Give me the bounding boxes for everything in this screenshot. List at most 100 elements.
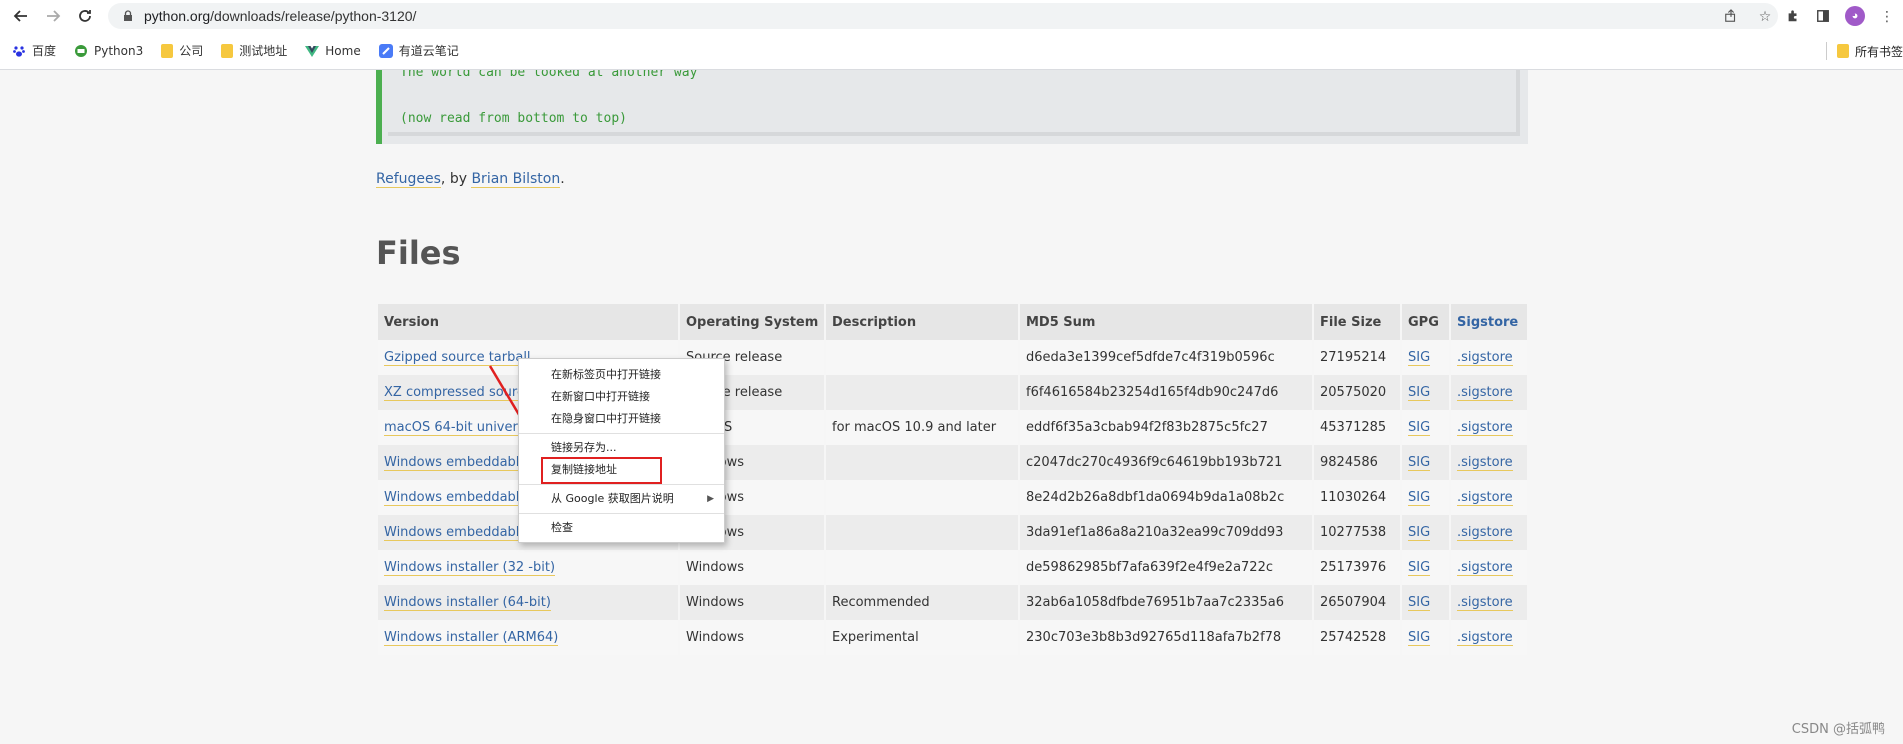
bookmark-baidu[interactable]: 百度 [12, 42, 56, 59]
profile-avatar-icon[interactable]: ◕ [1845, 6, 1865, 26]
bookmark-youdao[interactable]: 有道云笔记 [378, 42, 459, 59]
gpg-sig-link[interactable]: SIG [1408, 490, 1431, 506]
sigstore-link[interactable]: .sigstore [1457, 525, 1513, 541]
version-link[interactable]: Windows installer (ARM64) [384, 630, 559, 646]
bookmark-star-icon[interactable]: ☆ [1757, 8, 1773, 24]
desc-cell [826, 340, 1018, 375]
size-cell: 10277538 [1314, 515, 1400, 550]
bookmark-label: 测试地址 [239, 44, 288, 58]
gpg-cell: SIG [1402, 620, 1449, 655]
md5-cell: 3da91ef1a86a8a210a32ea99c709dd93 [1020, 515, 1312, 550]
context-menu: 在新标签页中打开链接 在新窗口中打开链接 在隐身窗口中打开链接 链接另存为...… [518, 358, 725, 543]
files-heading: Files [376, 234, 461, 272]
table-row: Windows installer (64-bit) Windows Recomme… [378, 585, 1527, 620]
reload-icon[interactable] [73, 4, 97, 28]
sig-cell: .sigstore [1451, 375, 1527, 410]
sig-cell: .sigstore [1451, 550, 1527, 585]
side-panel-icon[interactable] [1815, 8, 1831, 24]
version-cell: Windows installer (64-bit) [378, 585, 678, 620]
version-link[interactable]: Windows installer (64-bit) [384, 595, 551, 611]
author-link[interactable]: Brian Bilston [471, 171, 561, 188]
header-gpg: GPG [1402, 304, 1449, 340]
gpg-cell: SIG [1402, 585, 1449, 620]
sigstore-link[interactable]: .sigstore [1457, 490, 1513, 506]
gpg-sig-link[interactable]: SIG [1408, 385, 1431, 401]
forward-icon[interactable] [41, 4, 65, 28]
bookmark-folder-test[interactable]: 测试地址 [221, 42, 287, 59]
header-md5: MD5 Sum [1020, 304, 1312, 340]
code-line: (now read from bottom to top) [400, 111, 627, 126]
browser-toolbar: python.org/downloads/release/python-3120… [0, 0, 1903, 32]
sigstore-link[interactable]: .sigstore [1457, 560, 1513, 576]
gpg-cell: SIG [1402, 480, 1449, 515]
bookmark-folder-company[interactable]: 公司 [161, 42, 203, 59]
size-cell: 45371285 [1314, 410, 1400, 445]
sigstore-header-link[interactable]: Sigstore [1457, 315, 1518, 330]
gpg-sig-link[interactable]: SIG [1408, 595, 1431, 611]
folder-icon [161, 43, 174, 58]
gpg-sig-link[interactable]: SIG [1408, 350, 1431, 366]
ctx-open-new-tab[interactable]: 在新标签页中打开链接 [519, 365, 724, 385]
bookmark-label: Python3 [94, 43, 144, 58]
ctx-save-link-as[interactable]: 链接另存为... [519, 438, 724, 458]
gpg-sig-link[interactable]: SIG [1408, 560, 1431, 576]
gpg-cell: SIG [1402, 445, 1449, 480]
bookmarks-bar: 百度 Python3 公司 测试地址 Home 有道云笔记 所有书签 [0, 32, 1903, 70]
sigstore-link[interactable]: .sigstore [1457, 385, 1513, 401]
bookmark-label: 所有书签 [1854, 44, 1903, 59]
gpg-sig-link[interactable]: SIG [1408, 630, 1431, 646]
folder-icon [221, 43, 234, 58]
gpg-sig-link[interactable]: SIG [1408, 525, 1431, 541]
size-cell: 26507904 [1314, 585, 1400, 620]
page-content[interactable]: The world can be looked at another way (… [0, 70, 1903, 744]
sigstore-link[interactable]: .sigstore [1457, 350, 1513, 366]
code-line: The world can be looked at another way [400, 70, 698, 80]
version-link[interactable]: Gzipped source tarball [384, 350, 531, 366]
ctx-inspect[interactable]: 检查 [519, 518, 724, 538]
bookmark-label: 公司 [179, 44, 204, 58]
gpg-sig-link[interactable]: SIG [1408, 420, 1431, 436]
url-text[interactable]: python.org/downloads/release/python-3120… [144, 8, 416, 24]
sigstore-link[interactable]: .sigstore [1457, 420, 1513, 436]
md5-cell: de59862985bf7afa639f2e4f9e2a722c [1020, 550, 1312, 585]
size-cell: 11030264 [1314, 480, 1400, 515]
menu-kebab-icon[interactable]: ⋮ [1879, 8, 1895, 24]
sig-cell: .sigstore [1451, 480, 1527, 515]
md5-cell: c2047dc270c4936f9c64619bb193b721 [1020, 445, 1312, 480]
version-cell: Windows installer (ARM64) [378, 620, 678, 655]
back-icon[interactable] [9, 4, 33, 28]
desc-cell: for macOS 10.9 and later [826, 410, 1018, 445]
md5-cell: 230c703e3b8b3d92765d118afa7b2f78 [1020, 620, 1312, 655]
sig-cell: .sigstore [1451, 620, 1527, 655]
version-link[interactable]: Windows installer (32 -bit) [384, 560, 556, 576]
ctx-google-image-description[interactable]: 从 Google 获取图片说明 ▶ [519, 489, 724, 509]
lock-icon[interactable] [122, 10, 134, 22]
size-cell: 20575020 [1314, 375, 1400, 410]
gpg-cell: SIG [1402, 410, 1449, 445]
sigstore-link[interactable]: .sigstore [1457, 630, 1513, 646]
all-bookmarks[interactable]: 所有书签 [1825, 42, 1903, 60]
folder-icon [1836, 44, 1849, 58]
youdao-note-icon [378, 43, 393, 58]
ctx-separator [519, 513, 724, 514]
refugees-link[interactable]: Refugees [376, 171, 441, 188]
sigstore-link[interactable]: .sigstore [1457, 455, 1513, 471]
desc-cell [826, 480, 1018, 515]
gpg-sig-link[interactable]: SIG [1408, 455, 1431, 471]
credit-text: , by [440, 171, 472, 187]
gpg-cell: SIG [1402, 515, 1449, 550]
submenu-arrow-icon: ▶ [707, 494, 714, 504]
bookmark-home[interactable]: Home [305, 44, 361, 58]
sigstore-link[interactable]: .sigstore [1457, 595, 1513, 611]
ctx-open-incognito[interactable]: 在隐身窗口中打开链接 [519, 409, 724, 429]
address-bar[interactable]: python.org/downloads/release/python-3120… [108, 3, 1778, 29]
size-cell: 25173976 [1314, 550, 1400, 585]
share-icon[interactable] [1723, 8, 1739, 24]
extensions-icon[interactable] [1785, 8, 1801, 24]
bookmark-python3[interactable]: Python3 [74, 44, 143, 58]
header-os: Operating System [680, 304, 824, 340]
ctx-open-new-window[interactable]: 在新窗口中打开链接 [519, 387, 724, 407]
highlight-box [541, 457, 662, 484]
bookmark-label: 百度 [32, 44, 57, 58]
sig-cell: .sigstore [1451, 340, 1527, 375]
